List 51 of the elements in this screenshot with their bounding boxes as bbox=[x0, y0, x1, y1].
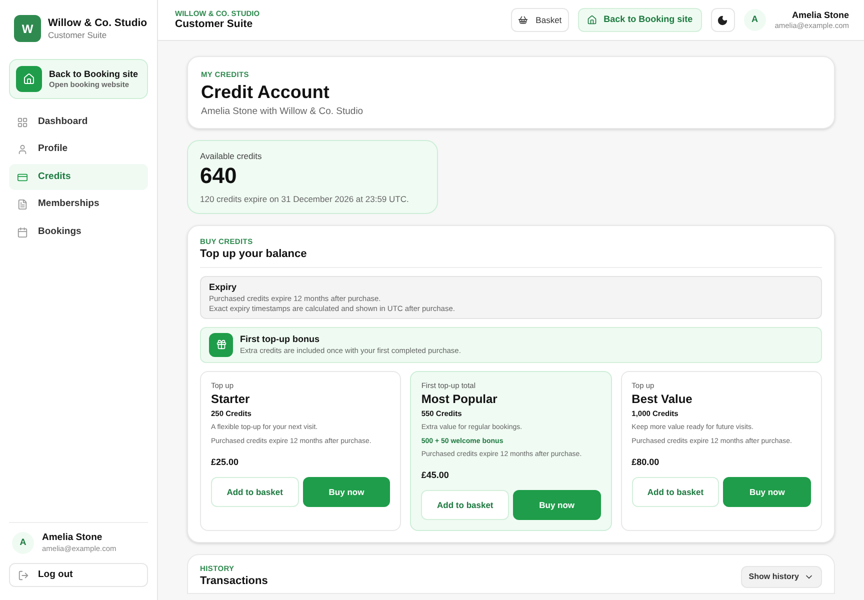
logout-icon bbox=[18, 570, 29, 580]
header-title: Customer Suite bbox=[175, 18, 254, 32]
document-icon bbox=[17, 199, 28, 210]
nav-item[interactable]: Memberships bbox=[9, 192, 148, 218]
avatar: A bbox=[12, 532, 34, 554]
nav-item[interactable]: Profile bbox=[9, 136, 148, 162]
gift-icon bbox=[209, 332, 233, 357]
balance-label: Available credits bbox=[200, 150, 263, 162]
add-to-basket-button[interactable]: Add to basket bbox=[632, 476, 720, 507]
buy-now-button[interactable]: Buy now bbox=[512, 490, 601, 520]
page-title: Credit Account bbox=[201, 81, 330, 104]
balance-note: 120 credits expire on 31 December 2026 at 23:59 UTC. bbox=[200, 194, 410, 204]
user-icon bbox=[17, 144, 28, 155]
nav-item[interactable]: Bookings bbox=[9, 219, 148, 245]
plan-name: Most Popular bbox=[421, 392, 498, 406]
avatar: A bbox=[744, 9, 766, 31]
house-icon bbox=[586, 15, 597, 25]
bonus-title: First top-up bonus bbox=[240, 334, 320, 346]
moon-icon bbox=[717, 14, 728, 26]
section-title: Transactions bbox=[200, 575, 268, 588]
plan-price: £25.00 bbox=[211, 456, 240, 468]
buy-now-button[interactable]: Buy now bbox=[723, 476, 811, 507]
nav-item[interactable]: Dashboard bbox=[9, 109, 148, 135]
logout-button[interactable]: Log out bbox=[9, 563, 148, 587]
user-name: Amelia Stone bbox=[792, 10, 849, 21]
expiry-title: Expiry bbox=[209, 282, 238, 293]
calendar-icon bbox=[17, 226, 28, 238]
brand-name: Willow & Co. Studio bbox=[48, 16, 148, 30]
grid-icon bbox=[17, 116, 28, 128]
theme-toggle-button[interactable] bbox=[710, 8, 735, 32]
plan-name: Starter bbox=[211, 392, 251, 406]
back-to-booking-button[interactable]: Back to Booking site bbox=[578, 8, 702, 32]
show-history-button[interactable]: Show history bbox=[740, 566, 822, 588]
plan-name: Best Value bbox=[632, 392, 694, 406]
brand-subtitle: Customer Suite bbox=[48, 30, 108, 40]
house-icon bbox=[16, 66, 42, 92]
add-to-basket-button[interactable]: Add to basket bbox=[421, 490, 509, 520]
basket-icon bbox=[518, 15, 528, 25]
plan-price: £45.00 bbox=[421, 470, 450, 482]
balance-value: 640 bbox=[200, 162, 238, 190]
back-link-title: Back to Booking site bbox=[49, 68, 138, 80]
basket-button[interactable]: Basket bbox=[510, 8, 569, 32]
buy-now-button[interactable]: Buy now bbox=[302, 476, 390, 507]
section-title: Top up your balance bbox=[200, 248, 822, 268]
add-to-basket-button[interactable]: Add to basket bbox=[211, 476, 299, 507]
plan-price: £80.00 bbox=[632, 456, 660, 468]
card-icon bbox=[17, 172, 28, 182]
page-subtitle: Amelia Stone with Willow & Co. Studio bbox=[201, 106, 364, 117]
brand-logo: W bbox=[14, 15, 41, 42]
user-name: Amelia Stone bbox=[42, 532, 104, 544]
nav-item[interactable]: Credits bbox=[9, 164, 148, 190]
